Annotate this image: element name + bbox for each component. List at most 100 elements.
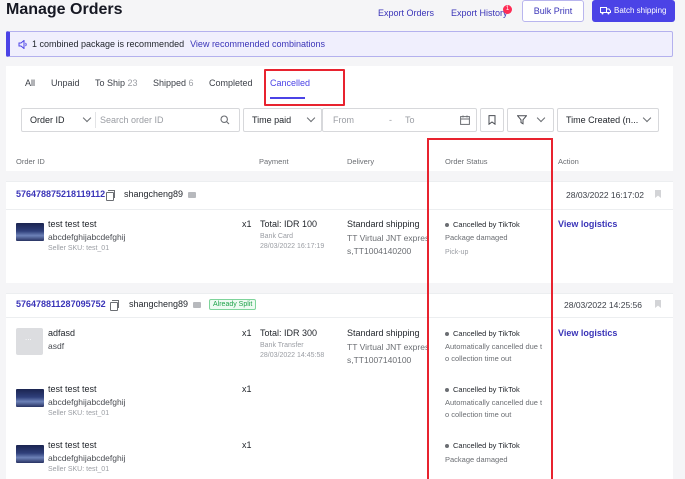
bookmark-filter-button[interactable] <box>480 108 504 132</box>
product-name: test test test <box>48 440 97 450</box>
export-orders-link[interactable]: Export Orders <box>378 8 434 18</box>
search-icon <box>220 115 230 125</box>
filter-icon <box>517 115 527 125</box>
tab-to-ship-count: 23 <box>127 78 138 88</box>
copy-icon[interactable] <box>106 190 115 201</box>
divider <box>6 171 673 181</box>
tab-unpaid-label: Unpaid <box>51 78 80 88</box>
product-variant: abcdefghijabcdefghij <box>48 397 126 407</box>
divider <box>6 283 673 293</box>
product-thumbnail <box>16 223 44 241</box>
time-type-select[interactable]: Time paid <box>243 108 322 132</box>
tracking-number: s,TT1004140200 <box>347 246 412 256</box>
order-search-group: Order ID Search order ID <box>21 108 240 132</box>
product-thumbnail <box>16 445 44 463</box>
order-id-link[interactable]: 576478811287095752 <box>16 299 106 309</box>
chat-icon[interactable] <box>188 192 196 198</box>
payment-total: Total: IDR 100 <box>260 219 318 229</box>
payment-method: Bank Card <box>260 233 294 240</box>
product-thumbnail-placeholder <box>16 328 43 355</box>
from-date-input[interactable]: From <box>333 109 354 131</box>
chat-icon[interactable] <box>193 302 201 308</box>
calendar-icon <box>460 115 470 125</box>
col-header-delivery: Delivery <box>347 157 375 166</box>
view-logistics-link[interactable]: View logistics <box>558 328 617 338</box>
export-history-badge: 1 <box>503 5 512 14</box>
product-name: adfasd <box>48 328 76 338</box>
divider <box>95 112 96 128</box>
tab-to-ship-label: To Ship <box>95 78 126 88</box>
page-title: Manage Orders <box>6 1 123 18</box>
batch-shipping-label: Batch shipping <box>614 6 667 15</box>
range-separator: - <box>389 115 392 125</box>
tracking-carrier: TT Virtual JNT expres <box>347 342 430 352</box>
tab-completed-label: Completed <box>209 78 253 88</box>
shipping-method: Standard shipping <box>347 328 420 338</box>
tracking-info: TT Virtual JNT expres s,TT1004140200 <box>347 232 437 258</box>
view-recommended-combinations-link[interactable]: View recommended combinations <box>190 39 325 49</box>
tracking-number: s,TT1007140100 <box>347 355 412 365</box>
col-header-order-id: Order ID <box>16 157 45 166</box>
copy-icon[interactable] <box>110 300 119 311</box>
quantity: x1 <box>242 440 252 450</box>
col-header-action: Action <box>558 157 579 166</box>
tab-shipped-label: Shipped <box>153 78 187 88</box>
payment-method: Bank Transfer <box>260 342 304 349</box>
already-split-badge: Already Split <box>209 299 257 310</box>
filter-button[interactable] <box>507 108 554 132</box>
manage-orders-page: Manage Orders Export Orders Export Histo… <box>0 0 685 479</box>
tab-shipped[interactable]: Shipped 6 <box>153 78 194 88</box>
buyer-name: shangcheng89 <box>124 189 184 199</box>
divider <box>6 209 673 210</box>
time-type-label: Time paid <box>252 115 292 125</box>
to-date-input[interactable]: To <box>405 109 415 131</box>
product-name: test test test <box>48 219 97 229</box>
banner-text: 1 combined package is recommended <box>32 39 185 49</box>
chevron-down-icon <box>82 113 92 123</box>
orders-panel: All Unpaid To Ship 23 Shipped 6 Complete… <box>6 66 673 479</box>
batch-shipping-button[interactable]: Batch shipping <box>592 0 675 22</box>
bookmark-icon[interactable] <box>655 300 661 308</box>
quantity: x1 <box>242 219 252 229</box>
order-date: 28/03/2022 14:25:56 <box>564 300 642 310</box>
tracking-info: TT Virtual JNT expres s,TT1007140100 <box>347 341 437 367</box>
product-variant: abcdefghijabcdefghij <box>48 232 126 242</box>
shipping-method: Standard shipping <box>347 219 420 229</box>
product-sku: Seller SKU: test_01 <box>48 410 110 417</box>
product-thumbnail <box>16 389 44 407</box>
view-logistics-link[interactable]: View logistics <box>558 219 617 229</box>
date-range-picker[interactable]: From - To <box>322 108 477 132</box>
payment-total: Total: IDR 300 <box>260 328 318 338</box>
tab-to-ship[interactable]: To Ship 23 <box>95 78 138 88</box>
tab-all-label: All <box>25 78 36 88</box>
buyer-name: shangcheng89 <box>129 299 189 309</box>
divider <box>6 293 673 294</box>
col-header-payment: Payment <box>259 157 289 166</box>
bulk-print-button[interactable]: Bulk Print <box>522 0 584 22</box>
speaker-icon <box>18 40 27 50</box>
product-name: test test test <box>48 384 97 394</box>
order-date: 28/03/2022 16:17:02 <box>566 190 644 200</box>
export-history-link[interactable]: Export History <box>451 8 508 18</box>
tab-completed[interactable]: Completed <box>209 78 253 88</box>
search-input[interactable]: Search order ID <box>100 109 164 131</box>
product-sku: Seller SKU: test_01 <box>48 245 110 252</box>
order-id-link[interactable]: 576478875218119112 <box>16 189 105 199</box>
sort-label: Time Created (n... <box>566 115 639 125</box>
highlight-box-tab <box>264 69 345 106</box>
payment-time: 28/03/2022 16:17:19 <box>260 243 325 250</box>
bookmark-icon <box>488 115 496 125</box>
sort-select[interactable]: Time Created (n... <box>557 108 659 132</box>
truck-icon <box>600 6 611 15</box>
chevron-down-icon <box>306 113 316 123</box>
product-variant: asdf <box>48 341 65 351</box>
highlight-box-order-status <box>427 138 553 479</box>
search-type-select[interactable]: Order ID <box>30 115 65 125</box>
tab-all[interactable]: All <box>25 78 35 88</box>
tab-unpaid[interactable]: Unpaid <box>51 78 80 88</box>
divider <box>6 181 673 182</box>
product-sku: Seller SKU: test_01 <box>48 466 110 473</box>
recommendation-banner: 1 combined package is recommended View re… <box>6 31 673 57</box>
bookmark-icon[interactable] <box>655 190 661 198</box>
product-variant: abcdefghijabcdefghij <box>48 453 126 463</box>
